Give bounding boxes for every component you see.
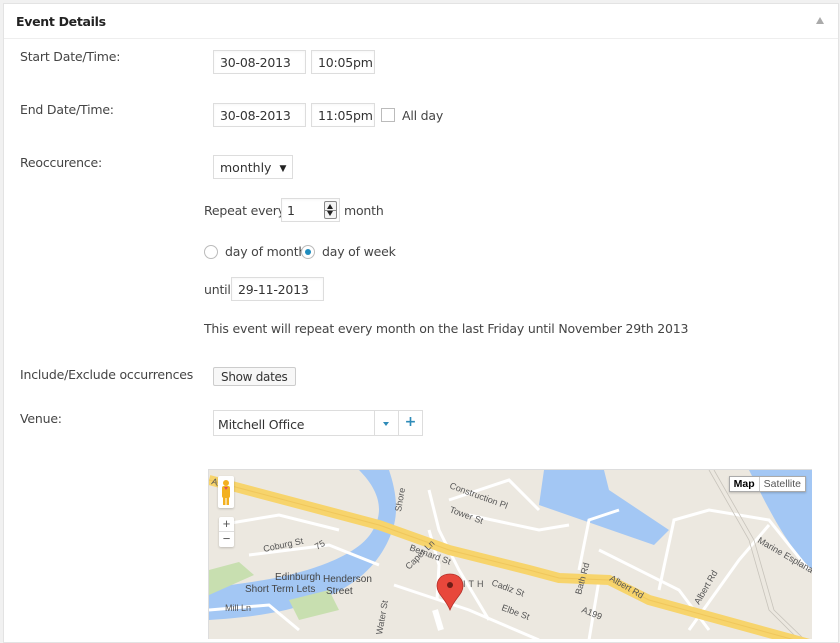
map-label: Edinburgh	[275, 572, 321, 583]
start-date-input[interactable]: 30-08-2013	[213, 50, 306, 74]
occurrences-label: Include/Exclude occurrences	[20, 367, 194, 382]
venue-map[interactable]: A199 Bernard St Coburg St 75 Shore Const…	[208, 469, 812, 639]
add-venue-icon[interactable]: +	[398, 411, 422, 435]
day-of-month-radio[interactable]	[204, 245, 218, 259]
street-view-pegman-icon[interactable]	[218, 476, 234, 508]
end-datetime-label: End Date/Time:	[20, 102, 114, 117]
map-type-satellite-button[interactable]: Satellite	[760, 477, 805, 491]
all-day-label: All day	[402, 108, 444, 123]
venue-dropdown-icon[interactable]	[374, 411, 398, 435]
map-label: Albert Rd	[692, 568, 719, 606]
repeat-unit-label: month	[344, 203, 384, 218]
repeat-every-label: Repeat every	[204, 203, 285, 218]
zoom-out-button[interactable]: −	[219, 532, 234, 547]
map-type-control: Map Satellite	[728, 476, 806, 492]
repeat-interval-input[interactable]: 1	[281, 198, 340, 222]
map-label: Short Term Lets	[245, 584, 315, 595]
day-of-week-radio[interactable]	[301, 245, 315, 259]
frequency-select[interactable]: monthly ▼	[213, 155, 293, 179]
end-date-input[interactable]: 30-08-2013	[213, 103, 306, 127]
start-time-input[interactable]: 10:05pm	[311, 50, 375, 74]
map-label: ITH	[463, 579, 487, 589]
venue-value: Mitchell Office	[218, 417, 305, 432]
road-highlight	[432, 609, 444, 631]
map-label: Tower St	[448, 504, 485, 526]
dock-water	[539, 470, 669, 545]
map-label: Shore	[393, 487, 407, 512]
map-zoom-control: + −	[219, 517, 234, 547]
map-label: Elbe St	[500, 602, 531, 621]
recurrence-label: Reoccurence:	[20, 155, 102, 170]
show-dates-button[interactable]: Show dates	[213, 367, 296, 386]
map-label: 75	[313, 538, 327, 552]
until-label: until	[204, 282, 231, 297]
map-label: Cadiz St	[490, 577, 526, 598]
map-type-map-button[interactable]: Map	[730, 477, 760, 491]
day-of-week-label: day of week	[322, 244, 396, 259]
collapse-toggle-icon[interactable]	[816, 17, 824, 24]
frequency-value: monthly	[220, 160, 272, 175]
all-day-checkbox[interactable]	[381, 108, 395, 122]
venue-label: Venue:	[20, 411, 62, 426]
map-label: Mill Ln	[225, 603, 251, 613]
repeat-interval-value: 1	[287, 203, 295, 218]
start-datetime-label: Start Date/Time:	[20, 49, 121, 64]
panel-header[interactable]: Event Details	[4, 4, 838, 39]
location-marker-icon[interactable]	[436, 573, 464, 612]
map-label: Henderson	[323, 574, 372, 585]
dropdown-arrow-icon: ▼	[279, 164, 287, 174]
day-of-month-label: day of month	[225, 244, 307, 259]
map-canvas: A199 Bernard St Coburg St 75 Shore Const…	[209, 470, 812, 639]
venue-combobox[interactable]: Mitchell Office +	[213, 410, 423, 436]
end-time-input[interactable]: 11:05pm	[311, 103, 375, 127]
recurrence-summary: This event will repeat every month on th…	[204, 321, 689, 336]
map-label: Street	[326, 586, 353, 597]
panel-title: Event Details	[16, 14, 106, 29]
zoom-in-button[interactable]: +	[219, 517, 234, 532]
map-label: Water St	[374, 599, 390, 635]
until-date-input[interactable]: 29-11-2013	[231, 277, 324, 301]
spinner-icon[interactable]	[324, 201, 337, 219]
